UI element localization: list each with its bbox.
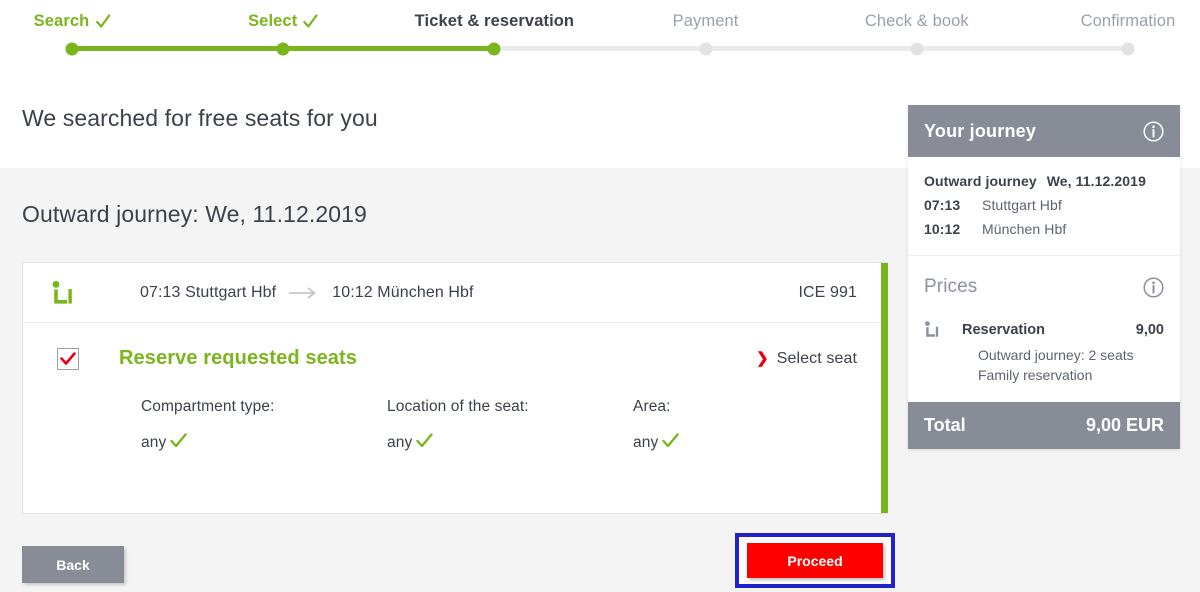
seat-option-label: Compartment type: [141,398,275,415]
departure-label: 07:13 Stuttgart Hbf [140,283,277,301]
sidebar-journey-date: We, 11.12.2019 [1046,173,1146,189]
stepper-label-text: Select [248,12,298,30]
section-title: Outward journey: We, 11.12.2019 [22,201,367,227]
info-icon[interactable] [1143,120,1164,142]
leg-station: Stuttgart Hbf [982,197,1062,213]
sidebar-total: Total 9,00 EUR [908,401,1180,449]
stepper-label-text: Ticket & reservation [414,12,575,30]
seat-option: Compartment type: any [141,398,387,453]
reservation-row: Reserve requested seats ❯ Select seat [23,323,887,370]
sidebar-total-amount: 9,00 EUR [1085,414,1164,435]
info-icon[interactable] [1143,276,1164,298]
reserve-seats-checkbox[interactable] [57,347,79,370]
journey-sidebar: Your journey Outward journey We, 11.12.2… [908,105,1180,449]
arrival-label: 10:12 München Hbf [332,283,474,301]
stepper-dot-5 [910,42,924,55]
check-icon [95,14,110,29]
stepper-dot-3 [487,42,501,55]
stepper-label-text: Check & book [864,12,969,30]
sidebar-price-amount: 9,00 [1135,321,1164,338]
seat-icon [924,320,946,339]
leg-station: München Hbf [982,221,1067,237]
seat-option: Area: any [633,398,679,453]
stepper-dot-1 [65,42,79,55]
stepper-track [72,46,1128,51]
stepper-dot-6 [1121,42,1135,55]
sidebar-prices-head: Prices [924,276,1164,298]
sidebar-journey-leg: 07:13 Stuttgart Hbf [924,197,1164,213]
sidebar-journey-label: Outward journey [924,173,1037,189]
sidebar-header: Your journey [908,105,1180,157]
sidebar-prices: Prices Reservation 9,00 Outward journey: 2… [908,256,1180,402]
seat-option-value[interactable]: any [141,433,387,453]
check-icon [662,433,679,453]
stepper-label-text: Payment [672,12,739,30]
stepper-label-search[interactable]: Search [34,12,111,31]
seat-option-value[interactable]: any [633,433,679,453]
sidebar-journey: Outward journey We, 11.12.2019 07:13 Stut… [908,157,1180,255]
seat-icon [47,279,77,307]
proceed-button[interactable]: Proceed [747,543,883,578]
proceed-button-highlight: Proceed [735,533,895,588]
sidebar-journey-leg: 10:12 München Hbf [924,221,1164,237]
stepper-dot-2 [276,42,290,55]
chevron-right-icon: ❯ [756,350,769,367]
seat-option-label: Location of the seat: [387,398,529,415]
sidebar-price-detail-line: Outward journey: 2 seats [978,347,1134,363]
stepper-label-select[interactable]: Select [248,12,318,31]
connection-row: 07:13 Stuttgart Hbf 10:12 München Hbf IC… [23,263,887,323]
check-icon [170,433,187,453]
seat-option-value-text: any [387,434,413,451]
journey-card: 07:13 Stuttgart Hbf 10:12 München Hbf IC… [22,262,888,514]
page-title: We searched for free seats for you [22,104,378,131]
leg-time: 10:12 [924,221,961,237]
stepper-label-payment: Payment [673,12,739,31]
check-icon [416,433,433,453]
sidebar-price-detail-line: Family reservation [978,367,1093,384]
sidebar-price-name: Reservation [962,321,1046,338]
stepper-label-check-book: Check & book [865,12,969,31]
seat-option-value[interactable]: any [387,433,633,453]
select-seat-link[interactable]: ❯ Select seat [756,350,857,368]
seat-options: Compartment type: any Location of the seat… [23,370,887,453]
sidebar-journey-head: Outward journey We, 11.12.2019 [924,173,1164,189]
connection-text: 07:13 Stuttgart Hbf 10:12 München Hbf [140,284,474,302]
reservation-title: Reserve requested seats [119,347,357,369]
sidebar-total-label: Total [924,414,966,435]
sidebar-title: Your journey [924,120,1037,141]
check-icon [303,14,318,29]
stepper-dot-4 [699,42,713,55]
stepper-label-text: Confirmation [1080,12,1176,30]
sidebar-prices-title: Prices [924,276,978,297]
sidebar-price-details: Outward journey: 2 seats Family reservati… [978,345,1164,386]
arrow-right-icon [289,286,319,299]
seat-option-value-text: any [141,434,167,451]
seat-option-label: Area: [633,398,671,415]
stepper-label-ticket-reservation[interactable]: Ticket & reservation [415,12,574,31]
back-button[interactable]: Back [22,546,124,583]
leg-time: 07:13 [924,197,961,213]
train-number: ICE 991 [798,283,857,301]
stepper-label-confirmation: Confirmation [1081,12,1176,31]
sidebar-price-row: Reservation 9,00 [924,320,1164,339]
seat-option: Location of the seat: any [387,398,633,453]
stepper-label-text: Search [33,12,90,30]
seat-option-value-text: any [633,434,659,451]
card-accent-bar [881,263,888,513]
progress-stepper: Search Select Ticket & reservation Payment C… [0,0,1200,68]
select-seat-label: Select seat [776,349,857,367]
